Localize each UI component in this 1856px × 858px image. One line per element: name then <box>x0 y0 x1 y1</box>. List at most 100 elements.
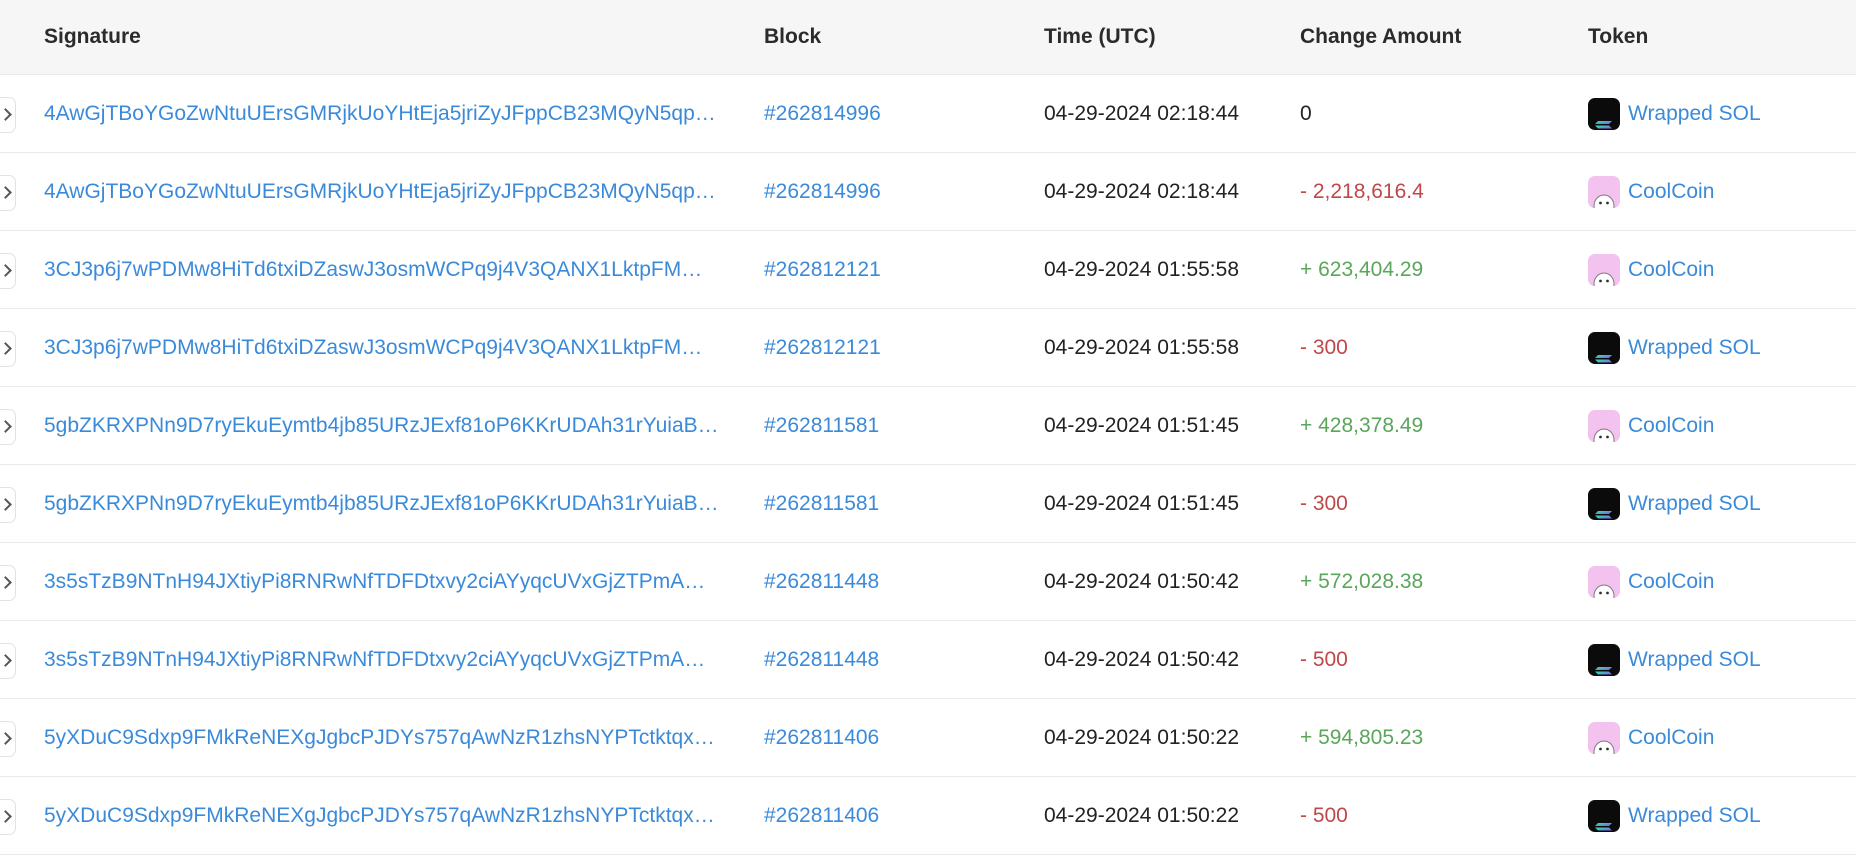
block-link[interactable]: #262811448 <box>764 543 1014 620</box>
token-name-link[interactable]: CoolCoin <box>1628 543 1714 620</box>
table-row: 4AwGjTBoYGoZwNtuUErsGMRjkUoYHtEja5jriZyJ… <box>0 75 1856 153</box>
signature-link[interactable]: 3s5sTzB9NTnH94JXtiyPi8RNRwNfTDFDtxvy2ciA… <box>44 621 736 698</box>
block-link[interactable]: #262811581 <box>764 387 1014 464</box>
expand-row-button[interactable] <box>0 331 16 367</box>
token-name-link[interactable]: CoolCoin <box>1628 699 1714 776</box>
block-link[interactable]: #262811406 <box>764 699 1014 776</box>
change-amount: - 300 <box>1300 492 1348 515</box>
table-row: 4AwGjTBoYGoZwNtuUErsGMRjkUoYHtEja5jriZyJ… <box>0 153 1856 231</box>
chevron-right-icon <box>0 498 12 511</box>
solana-icon <box>1588 799 1620 832</box>
solana-icon <box>1588 487 1620 520</box>
token-link-wrap[interactable]: CoolCoin <box>1588 231 1714 308</box>
table-row: 3CJ3p6j7wPDMw8HiTd6txiDZaswJ3osmWCPq9j4V… <box>0 231 1856 309</box>
solana-icon <box>1588 331 1620 364</box>
expand-row-button[interactable] <box>0 565 16 601</box>
signature-link[interactable]: 3s5sTzB9NTnH94JXtiyPi8RNRwNfTDFDtxvy2ciA… <box>44 543 736 620</box>
expand-row-button[interactable] <box>0 721 16 757</box>
table-row: 5yXDuC9Sdxp9FMkReNEXgJgbcPJDYs757qAwNzR1… <box>0 777 1856 855</box>
timestamp: 04-29-2024 01:55:58 <box>1044 336 1239 359</box>
expand-row-button[interactable] <box>0 643 16 679</box>
chevron-right-icon <box>0 108 12 121</box>
expand-row-button[interactable] <box>0 253 16 289</box>
expand-row-button[interactable] <box>0 409 16 445</box>
coolcoin-icon <box>1588 175 1620 208</box>
change-amount: - 2,218,616.4 <box>1300 180 1424 203</box>
token-cell: CoolCoin <box>1588 231 1856 308</box>
change-amount: - 500 <box>1300 804 1348 827</box>
signature-link[interactable]: 5gbZKRXPNn9D7ryEkuEymtb4jb85URzJExf81oP6… <box>44 465 736 542</box>
token-link-wrap[interactable]: CoolCoin <box>1588 543 1714 620</box>
block-link[interactable]: #262814996 <box>764 75 1014 152</box>
table-row: 5yXDuC9Sdxp9FMkReNEXgJgbcPJDYs757qAwNzR1… <box>0 699 1856 777</box>
chevron-right-icon <box>0 420 12 433</box>
table-row: 3s5sTzB9NTnH94JXtiyPi8RNRwNfTDFDtxvy2ciA… <box>0 543 1856 621</box>
chevron-right-icon <box>0 810 12 823</box>
token-name-link[interactable]: CoolCoin <box>1628 387 1714 464</box>
signature-link[interactable]: 4AwGjTBoYGoZwNtuUErsGMRjkUoYHtEja5jriZyJ… <box>44 153 736 230</box>
block-link[interactable]: #262812121 <box>764 309 1014 386</box>
change-amount: + 572,028.38 <box>1300 570 1424 593</box>
token-link-wrap[interactable]: Wrapped SOL <box>1588 309 1761 386</box>
coolcoin-icon <box>1588 721 1620 754</box>
change-amount: - 500 <box>1300 648 1348 671</box>
column-header-token: Token <box>1588 25 1649 48</box>
block-link[interactable]: #262814996 <box>764 153 1014 230</box>
token-name-link[interactable]: Wrapped SOL <box>1628 75 1761 152</box>
token-link-wrap[interactable]: Wrapped SOL <box>1588 777 1761 854</box>
change-amount: - 300 <box>1300 336 1348 359</box>
token-cell: Wrapped SOL <box>1588 621 1856 698</box>
token-name-link[interactable]: Wrapped SOL <box>1628 309 1761 386</box>
timestamp: 04-29-2024 01:51:45 <box>1044 492 1239 515</box>
table-body: 4AwGjTBoYGoZwNtuUErsGMRjkUoYHtEja5jriZyJ… <box>0 75 1856 855</box>
solana-icon <box>1588 97 1620 130</box>
token-name-link[interactable]: Wrapped SOL <box>1628 465 1761 542</box>
chevron-right-icon <box>0 186 12 199</box>
signature-link[interactable]: 4AwGjTBoYGoZwNtuUErsGMRjkUoYHtEja5jriZyJ… <box>44 75 736 152</box>
coolcoin-icon <box>1588 409 1620 442</box>
change-amount: + 594,805.23 <box>1300 726 1424 749</box>
token-link-wrap[interactable]: Wrapped SOL <box>1588 465 1761 542</box>
change-amount: + 623,404.29 <box>1300 258 1424 281</box>
expand-row-button[interactable] <box>0 487 16 523</box>
timestamp: 04-29-2024 01:55:58 <box>1044 258 1239 281</box>
block-link[interactable]: #262811448 <box>764 621 1014 698</box>
token-name-link[interactable]: Wrapped SOL <box>1628 621 1761 698</box>
expand-row-button[interactable] <box>0 175 16 211</box>
expand-row-button[interactable] <box>0 97 16 133</box>
table-row: 5gbZKRXPNn9D7ryEkuEymtb4jb85URzJExf81oP6… <box>0 465 1856 543</box>
block-link[interactable]: #262811406 <box>764 777 1014 854</box>
change-amount: 0 <box>1300 102 1312 125</box>
expand-row-button[interactable] <box>0 799 16 835</box>
token-link-wrap[interactable]: CoolCoin <box>1588 153 1714 230</box>
timestamp: 04-29-2024 01:51:45 <box>1044 414 1239 437</box>
signature-link[interactable]: 5yXDuC9Sdxp9FMkReNEXgJgbcPJDYs757qAwNzR1… <box>44 699 736 776</box>
token-name-link[interactable]: Wrapped SOL <box>1628 777 1761 854</box>
column-header-block: Block <box>764 25 822 48</box>
token-name-link[interactable]: CoolCoin <box>1628 153 1714 230</box>
signature-link[interactable]: 5gbZKRXPNn9D7ryEkuEymtb4jb85URzJExf81oP6… <box>44 387 736 464</box>
signature-link[interactable]: 3CJ3p6j7wPDMw8HiTd6txiDZaswJ3osmWCPq9j4V… <box>44 231 736 308</box>
chevron-right-icon <box>0 576 12 589</box>
block-link[interactable]: #262811581 <box>764 465 1014 542</box>
signature-link[interactable]: 5yXDuC9Sdxp9FMkReNEXgJgbcPJDYs757qAwNzR1… <box>44 777 736 854</box>
table-row: 3CJ3p6j7wPDMw8HiTd6txiDZaswJ3osmWCPq9j4V… <box>0 309 1856 387</box>
token-link-wrap[interactable]: Wrapped SOL <box>1588 621 1761 698</box>
token-name-link[interactable]: CoolCoin <box>1628 231 1714 308</box>
coolcoin-icon <box>1588 253 1620 286</box>
token-link-wrap[interactable]: Wrapped SOL <box>1588 75 1761 152</box>
timestamp: 04-29-2024 02:18:44 <box>1044 180 1239 203</box>
column-header-time: Time (UTC) <box>1044 25 1156 48</box>
block-link[interactable]: #262812121 <box>764 231 1014 308</box>
column-header-change-amount: Change Amount <box>1300 25 1462 48</box>
token-cell: CoolCoin <box>1588 699 1856 776</box>
token-cell: Wrapped SOL <box>1588 309 1856 386</box>
column-header-signature: Signature <box>44 25 141 48</box>
token-cell: CoolCoin <box>1588 387 1856 464</box>
timestamp: 04-29-2024 01:50:42 <box>1044 570 1239 593</box>
token-link-wrap[interactable]: CoolCoin <box>1588 699 1714 776</box>
token-link-wrap[interactable]: CoolCoin <box>1588 387 1714 464</box>
signature-link[interactable]: 3CJ3p6j7wPDMw8HiTd6txiDZaswJ3osmWCPq9j4V… <box>44 309 736 386</box>
chevron-right-icon <box>0 654 12 667</box>
table-row: 5gbZKRXPNn9D7ryEkuEymtb4jb85URzJExf81oP6… <box>0 387 1856 465</box>
